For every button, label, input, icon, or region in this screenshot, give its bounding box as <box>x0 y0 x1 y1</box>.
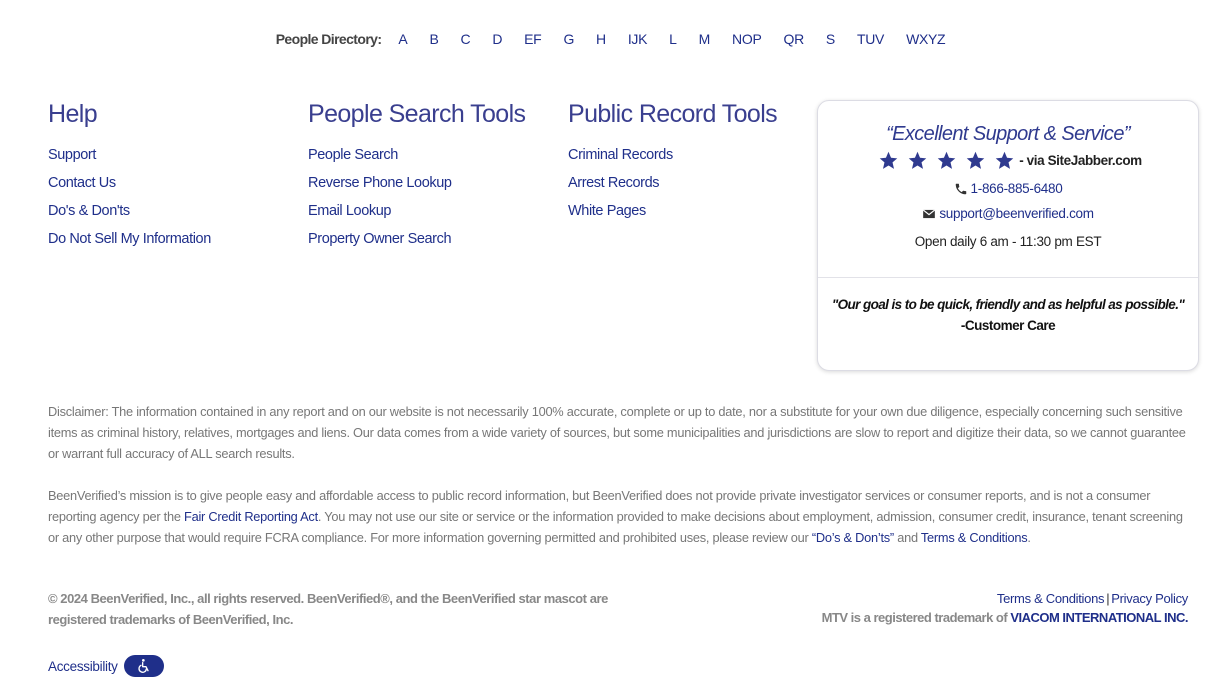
support-card: “Excellent Support & Service” - via Site… <box>817 100 1199 371</box>
public-tools-link-item: Criminal Records <box>568 141 777 169</box>
wheelchair-icon <box>138 659 149 673</box>
mission-statement: BeenVerified’s mission is to give people… <box>48 485 1188 548</box>
copyright-notice: © 2024 BeenVerified, Inc., all rights re… <box>48 591 608 627</box>
customer-care-signature: -Customer Care <box>960 318 1056 333</box>
help-column: Help Support Contact Us Do's & Don'ts Do… <box>48 100 211 253</box>
directory-letter-wxyz[interactable]: WXYZ <box>906 31 946 47</box>
help-link-item: Do Not Sell My Information <box>48 225 211 253</box>
people-tools-link-item: People Search <box>308 141 525 169</box>
public-record-tools-heading: Public Record Tools <box>568 100 778 128</box>
mtv-trademark-notice: MTV is a registered trademark of VIACOM … <box>821 610 1189 625</box>
people-search-link[interactable]: People Search <box>308 147 398 163</box>
directory-letter-nop[interactable]: NOP <box>732 31 762 47</box>
sitejabber-attribution: - via SiteJabber.com <box>1019 153 1142 168</box>
help-link-item: Do's & Don'ts <box>48 197 211 225</box>
star-icon <box>995 151 1014 169</box>
email-lookup-link[interactable]: Email Lookup <box>308 203 391 219</box>
star-icon <box>966 151 985 169</box>
support-link[interactable]: Support <box>48 147 96 163</box>
directory-letter-b[interactable]: B <box>429 31 438 47</box>
directory-letter-ef[interactable]: EF <box>524 31 542 47</box>
terms-link[interactable]: Terms & Conditions <box>997 591 1105 606</box>
directory-letter-tuv[interactable]: TUV <box>857 31 884 47</box>
directory-letter-h[interactable]: H <box>596 31 606 47</box>
dos-and-donts-link[interactable]: Do's & Don'ts <box>48 203 130 219</box>
accessibility-row: Accessibility <box>48 655 164 677</box>
arrest-records-link[interactable]: Arrest Records <box>568 175 659 191</box>
directory-letter-d[interactable]: D <box>492 31 502 47</box>
directory-letter-a[interactable]: A <box>398 31 407 47</box>
directory-letter-qr[interactable]: QR <box>784 31 805 47</box>
rating-row: - via SiteJabber.com <box>818 150 1198 171</box>
help-heading: Help <box>48 100 98 128</box>
terms-inline-link[interactable]: Terms & Conditions <box>921 530 1028 545</box>
footer-legal: Terms & Conditions | Privacy Policy MTV is… <box>821 591 1189 625</box>
customer-care-quote: "Our goal is to be quick, friendly and a… <box>831 297 1185 312</box>
accessibility-toggle[interactable] <box>123 655 164 677</box>
envelope-icon <box>923 208 936 218</box>
star-icon <box>879 151 898 169</box>
phone-icon <box>955 183 966 194</box>
support-phone-link[interactable]: 1-866-885-6480 <box>971 181 1063 196</box>
email-row: support@beenverified.com <box>818 206 1198 221</box>
directory-letter-c[interactable]: C <box>461 31 471 47</box>
people-tools-link-item: Email Lookup <box>308 197 525 225</box>
directory-letter-ijk[interactable]: IJK <box>628 31 648 47</box>
mission-text: . <box>1027 530 1031 545</box>
help-links: Support Contact Us Do's & Don'ts Do Not … <box>48 141 211 253</box>
reverse-phone-lookup-link[interactable]: Reverse Phone Lookup <box>308 175 452 191</box>
rating-stars <box>874 150 1019 171</box>
criminal-records-link[interactable]: Criminal Records <box>568 147 673 163</box>
support-email-link[interactable]: support@beenverified.com <box>939 206 1094 221</box>
property-owner-search-link[interactable]: Property Owner Search <box>308 231 452 247</box>
public-tools-link-item: White Pages <box>568 197 777 225</box>
help-link-item: Contact Us <box>48 169 211 197</box>
public-tools-link-item: Arrest Records <box>568 169 777 197</box>
help-link-item: Support <box>48 141 211 169</box>
legal-links: Terms & Conditions | Privacy Policy <box>822 591 1188 606</box>
accessibility-link[interactable]: Accessibility <box>48 659 118 674</box>
support-quote: “Excellent Support & Service” <box>886 123 1130 145</box>
do-not-sell-link[interactable]: Do Not Sell My Information <box>48 231 211 247</box>
dos-donts-inline-link[interactable]: “Do’s & Don’ts” <box>812 530 894 545</box>
contact-us-link[interactable]: Contact Us <box>48 175 116 191</box>
mtv-text: MTV is a registered trademark of <box>821 610 1011 625</box>
people-search-tools-links: People Search Reverse Phone Lookup Email… <box>308 141 525 253</box>
disclaimer-text: Disclaimer: The information contained in… <box>48 404 1186 461</box>
star-icon <box>908 151 927 169</box>
directory-letter-s[interactable]: S <box>826 31 835 47</box>
directory-letter-l[interactable]: L <box>669 31 677 47</box>
card-divider <box>818 277 1198 278</box>
directory-letter-m[interactable]: M <box>699 31 711 47</box>
support-hours: Open daily 6 am - 11:30 pm EST <box>914 234 1102 249</box>
directory-letter-g[interactable]: G <box>563 31 574 47</box>
people-search-tools-heading: People Search Tools <box>308 100 526 128</box>
white-pages-link[interactable]: White Pages <box>568 203 646 219</box>
star-icon <box>937 151 956 169</box>
people-directory-letters: A B C D EF G H IJK L M NOP QR S TUV WXYZ <box>387 31 956 47</box>
phone-row: 1-866-885-6480 <box>818 181 1198 196</box>
people-tools-link-item: Reverse Phone Lookup <box>308 169 525 197</box>
people-directory: People Directory: A B C D EF G H IJK L M… <box>0 31 1232 47</box>
people-search-tools-column: People Search Tools People Search Revers… <box>308 100 526 253</box>
fcra-link[interactable]: Fair Credit Reporting Act <box>184 509 318 524</box>
mission-text: and <box>893 530 921 545</box>
viacom-name: VIACOM INTERNATIONAL INC. <box>1010 610 1188 625</box>
public-record-tools-links: Criminal Records Arrest Records White Pa… <box>568 141 777 225</box>
people-directory-label: People Directory: <box>275 31 382 47</box>
privacy-policy-link[interactable]: Privacy Policy <box>1111 591 1188 606</box>
legal-separator: | <box>1106 591 1110 606</box>
public-record-tools-column: Public Record Tools Criminal Records Arr… <box>568 100 778 225</box>
people-tools-link-item: Property Owner Search <box>308 225 525 253</box>
